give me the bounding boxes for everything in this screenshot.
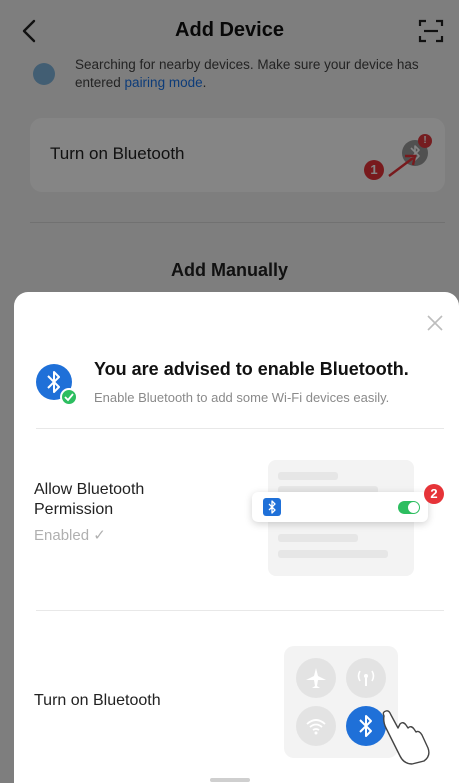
sheet-title: You are advised to enable Bluetooth. xyxy=(94,359,409,379)
turn-on-bluetooth-title: Turn on Bluetooth xyxy=(34,692,161,709)
permission-status: Enabled ✓ xyxy=(34,527,106,544)
placeholder-line xyxy=(278,534,358,542)
toggle-switch xyxy=(398,501,420,514)
permission-title: Allow Bluetooth Permission xyxy=(34,481,145,518)
sheet-subtitle: Enable Bluetooth to add some Wi-Fi devic… xyxy=(94,390,390,405)
divider xyxy=(36,428,444,429)
close-icon[interactable] xyxy=(426,314,444,332)
bluetooth-icon xyxy=(263,498,281,516)
cellular-icon xyxy=(346,658,386,698)
step-marker-2: 2 xyxy=(424,484,444,504)
bluetooth-sheet: You are advised to enable Bluetooth. Ena… xyxy=(14,292,459,783)
divider xyxy=(36,610,444,611)
permission-toggle-card xyxy=(252,492,428,522)
check-badge-icon xyxy=(60,388,78,406)
home-indicator xyxy=(210,778,250,782)
placeholder-line xyxy=(278,472,338,480)
placeholder-line xyxy=(278,550,388,558)
wifi-icon xyxy=(296,706,336,746)
airplane-icon xyxy=(296,658,336,698)
hand-pointer-icon xyxy=(382,710,430,765)
